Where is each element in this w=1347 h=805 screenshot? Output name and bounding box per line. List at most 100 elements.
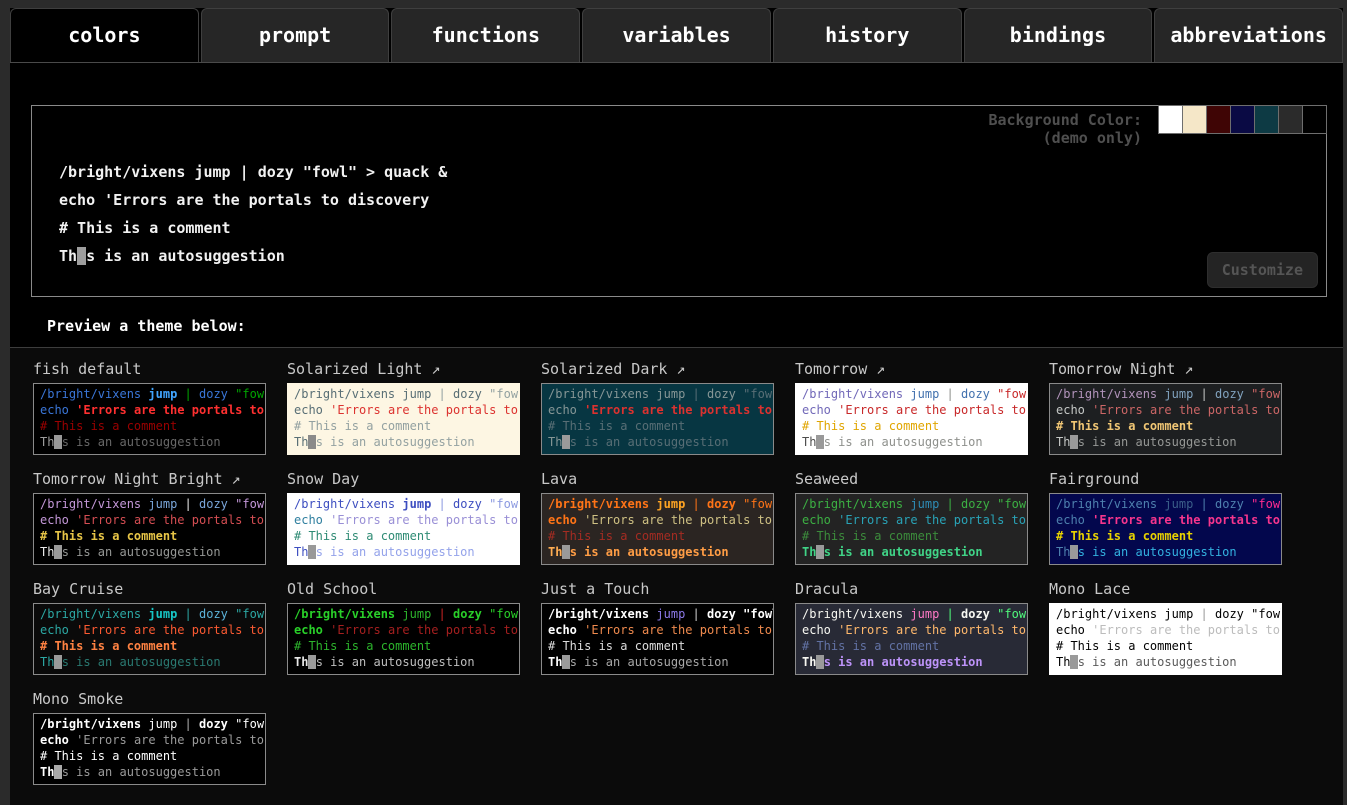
token-pipe: | xyxy=(439,607,446,621)
token-quoted-string: "fowl" > quack & xyxy=(743,387,774,401)
token-comment: # This is a comment xyxy=(294,529,431,543)
token-command2: dozy xyxy=(199,607,228,621)
tab-bindings[interactable]: bindings xyxy=(964,8,1153,62)
token-string: 'Errors are the portals to discovery xyxy=(1092,513,1282,527)
theme-name: Mono Lace xyxy=(1049,580,1303,598)
theme-card[interactable]: fish default /bright/vixens jump | dozy … xyxy=(33,360,287,455)
token-command: jump xyxy=(910,497,939,511)
token-quoted-string: "fowl" > quack & xyxy=(303,163,448,181)
token-pipe: | xyxy=(693,497,700,511)
token-comment: # This is a comment xyxy=(1056,529,1193,543)
token-pipe: | xyxy=(947,387,954,401)
customize-button[interactable]: Customize xyxy=(1207,252,1318,288)
terminal-cursor: i xyxy=(54,545,61,559)
theme-card[interactable]: Mono Smoke /bright/vixens jump | dozy "f… xyxy=(33,690,287,785)
theme-preview-terminal: /bright/vixens jump | dozy "fowl" > quac… xyxy=(795,493,1028,565)
theme-card[interactable]: Solarized Light ↗ /bright/vixens jump | … xyxy=(287,360,541,455)
terminal-demo-panel: Background Color: (demo only) /bright/vi… xyxy=(31,105,1327,297)
theme-card[interactable]: Tomorrow ↗ /bright/vixens jump | dozy "f… xyxy=(795,360,1049,455)
token-command: jump xyxy=(148,717,177,731)
theme-name: Seaweed xyxy=(795,470,1049,488)
token-string: 'Errors are the portals to discovery xyxy=(584,513,774,527)
token-comment: # This is a comment xyxy=(294,419,431,433)
token-command2: dozy xyxy=(453,497,482,511)
token-echo: echo xyxy=(294,403,323,417)
token-autosuggestion: s is an autosuggestion xyxy=(1078,545,1237,559)
background-color-swatch[interactable] xyxy=(1278,105,1303,134)
token-echo: echo xyxy=(40,623,69,637)
token-quoted-string: "fowl" > quack & xyxy=(489,387,520,401)
token-comment: # This is a comment xyxy=(548,529,685,543)
background-color-swatch[interactable] xyxy=(1254,105,1279,134)
token-quoted-string: "fowl" > quack & xyxy=(235,717,266,731)
token-command2: dozy xyxy=(453,387,482,401)
theme-card[interactable]: Seaweed /bright/vixens jump | dozy "fowl… xyxy=(795,470,1049,565)
background-color-swatch[interactable] xyxy=(1230,105,1255,134)
token-string: 'Errors are the portals to discovery xyxy=(330,403,520,417)
background-color-swatch[interactable] xyxy=(1158,105,1183,134)
theme-preview-terminal: /bright/vixens jump | dozy "fowl" > quac… xyxy=(541,383,774,455)
token-comment: # This is a comment xyxy=(294,639,431,653)
token-string: 'Errors are the portals to discovery xyxy=(584,623,774,637)
tab-variables[interactable]: variables xyxy=(582,8,771,62)
token-typed: Th xyxy=(294,545,308,559)
theme-card[interactable]: Dracula /bright/vixens jump | dozy "fowl… xyxy=(795,580,1049,675)
token-pipe: | xyxy=(439,497,446,511)
theme-preview-terminal: /bright/vixens jump | dozy "fowl" > quac… xyxy=(795,383,1028,455)
theme-card[interactable]: Bay Cruise /bright/vixens jump | dozy "f… xyxy=(33,580,287,675)
tab-functions[interactable]: functions xyxy=(391,8,580,62)
theme-card[interactable]: Old School /bright/vixens jump | dozy "f… xyxy=(287,580,541,675)
background-color-label-line2: (demo only) xyxy=(988,129,1142,147)
background-color-label: Background Color: (demo only) xyxy=(988,111,1142,147)
token-pipe: | xyxy=(439,387,446,401)
background-color-swatch[interactable] xyxy=(1182,105,1207,134)
token-command2: dozy xyxy=(258,163,294,181)
theme-card[interactable]: Mono Lace /bright/vixens jump | dozy "fo… xyxy=(1049,580,1303,675)
token-pipe: | xyxy=(240,163,249,181)
theme-preview-terminal: /bright/vixens jump | dozy "fowl" > quac… xyxy=(541,493,774,565)
theme-preview-terminal: /bright/vixens jump | dozy "fowl" > quac… xyxy=(33,603,266,675)
token-autosuggestion: s is an autosuggestion xyxy=(316,655,475,669)
token-echo: echo xyxy=(548,403,577,417)
theme-grid: fish default /bright/vixens jump | dozy … xyxy=(33,360,1343,785)
theme-card[interactable]: Lava /bright/vixens jump | dozy "fowl" >… xyxy=(541,470,795,565)
token-pipe: | xyxy=(185,717,192,731)
tab-prompt[interactable]: prompt xyxy=(201,8,390,62)
token-typed: Th xyxy=(294,435,308,449)
theme-preview-terminal: /bright/vixens jump | dozy "fowl" > quac… xyxy=(1049,493,1282,565)
token-string: 'Errors are the portals to discovery xyxy=(838,623,1028,637)
theme-name: fish default xyxy=(33,360,287,378)
token-echo: echo xyxy=(802,623,831,637)
tab-history[interactable]: history xyxy=(773,8,962,62)
theme-card[interactable]: Just a Touch /bright/vixens jump | dozy … xyxy=(541,580,795,675)
token-command2: dozy xyxy=(199,717,228,731)
token-typed: Th xyxy=(40,655,54,669)
terminal-cursor: i xyxy=(562,545,569,559)
background-color-swatch[interactable] xyxy=(1302,105,1327,134)
token-echo: echo xyxy=(1056,513,1085,527)
token-echo: echo xyxy=(294,623,323,637)
tab-colors[interactable]: colors xyxy=(10,8,199,62)
token-autosuggestion: s is an autosuggestion xyxy=(62,435,221,449)
token-command2: dozy xyxy=(707,387,736,401)
background-color-swatch-row xyxy=(1159,105,1327,134)
token-autosuggestion: s is an autosuggestion xyxy=(570,545,729,559)
token-command: jump xyxy=(1164,607,1193,621)
theme-card[interactable]: Solarized Dark ↗ /bright/vixens jump | d… xyxy=(541,360,795,455)
theme-card[interactable]: Tomorrow Night ↗ /bright/vixens jump | d… xyxy=(1049,360,1303,455)
theme-card[interactable]: Fairground /bright/vixens jump | dozy "f… xyxy=(1049,470,1303,565)
theme-card[interactable]: Tomorrow Night Bright ↗ /bright/vixens j… xyxy=(33,470,287,565)
token-comment: # This is a comment xyxy=(40,639,177,653)
terminal-cursor: i xyxy=(54,655,61,669)
theme-card[interactable]: Snow Day /bright/vixens jump | dozy "fow… xyxy=(287,470,541,565)
token-typed: Th xyxy=(294,655,308,669)
tab-bar: colors prompt functions variables histor… xyxy=(10,8,1343,63)
tab-abbreviations[interactable]: abbreviations xyxy=(1154,8,1343,62)
token-comment: # This is a comment xyxy=(59,219,231,237)
token-path: /bright/vixens xyxy=(1056,387,1157,401)
token-autosuggestion: s is an autosuggestion xyxy=(824,655,983,669)
terminal-cursor: i xyxy=(77,247,86,265)
token-command: jump xyxy=(656,387,685,401)
background-color-swatch[interactable] xyxy=(1206,105,1231,134)
token-echo: echo xyxy=(40,733,69,747)
